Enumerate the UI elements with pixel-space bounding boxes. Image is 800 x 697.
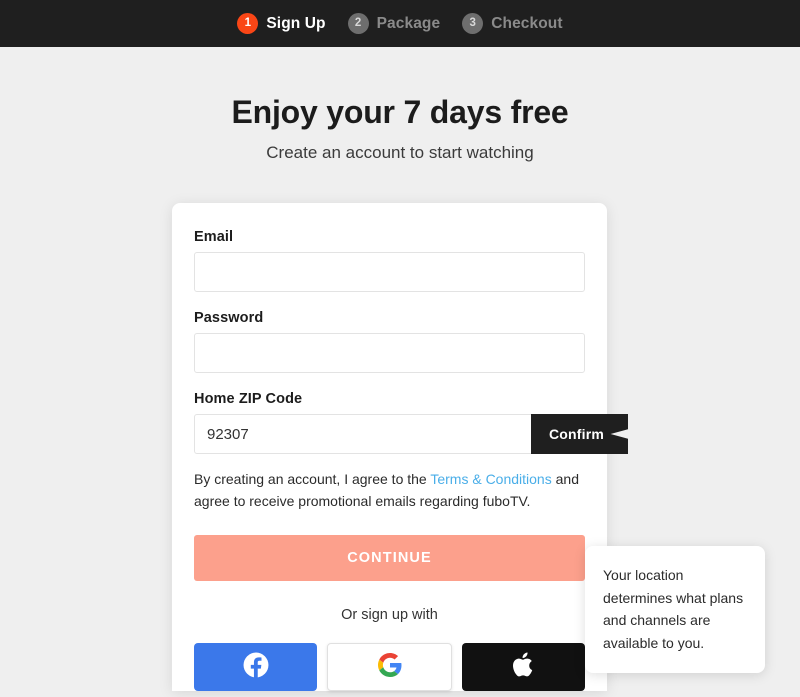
social-signup-row [194, 642, 585, 691]
apple-icon [512, 651, 536, 682]
page-title: Enjoy your 7 days free [231, 94, 569, 130]
step-number-badge-3: 3 [462, 13, 484, 34]
stepper-step-checkout[interactable]: 3 Checkout [462, 13, 563, 34]
email-input[interactable] [194, 252, 585, 292]
zip-input[interactable] [194, 414, 585, 454]
email-field-group: Email [194, 229, 585, 292]
facebook-signup-button[interactable] [194, 642, 317, 691]
password-label: Password [194, 310, 264, 326]
step-label-sign-up: Sign Up [266, 14, 326, 32]
terms-agreement-text: By creating an account, I agree to the T… [194, 468, 585, 513]
zip-label: Home ZIP Code [194, 391, 303, 407]
signup-form-card: Email Password Home ZIP Code Confirm By … [172, 203, 628, 691]
password-field-group: Password [194, 310, 585, 373]
tooltip-text: Your location determines what plans and … [603, 567, 744, 652]
step-label-checkout: Checkout [491, 14, 563, 32]
or-sign-up-with-label: Or sign up with [341, 606, 438, 623]
zip-location-tooltip: Your location determines what plans and … [585, 546, 765, 673]
step-number-badge-2: 2 [347, 13, 369, 34]
email-label: Email [194, 229, 234, 245]
password-input[interactable] [194, 333, 585, 373]
step-number-badge-1: 1 [237, 13, 259, 34]
signup-stepper-bar: 1 Sign Up 2 Package 3 Checkout [0, 0, 800, 47]
step-label-package: Package [376, 14, 441, 32]
zip-field-group: Home ZIP Code Confirm [194, 391, 628, 454]
stepper-step-sign-up[interactable]: 1 Sign Up [237, 13, 326, 34]
terms-prefix: By creating an account, I agree to the [194, 471, 431, 487]
page-heading-area: Enjoy your 7 days free Create an account… [0, 47, 800, 163]
apple-signup-button[interactable] [462, 642, 585, 691]
confirm-zip-button[interactable]: Confirm [530, 414, 628, 454]
stepper-step-package[interactable]: 2 Package [347, 13, 441, 34]
facebook-icon [243, 652, 269, 681]
google-signup-button[interactable] [327, 642, 452, 691]
page-subtitle: Create an account to start watching [266, 143, 534, 162]
zip-input-row: Confirm [194, 414, 628, 454]
terms-and-conditions-link[interactable]: Terms & Conditions [430, 471, 551, 487]
continue-button[interactable]: CONTINUE [194, 534, 585, 581]
google-icon [377, 653, 402, 680]
